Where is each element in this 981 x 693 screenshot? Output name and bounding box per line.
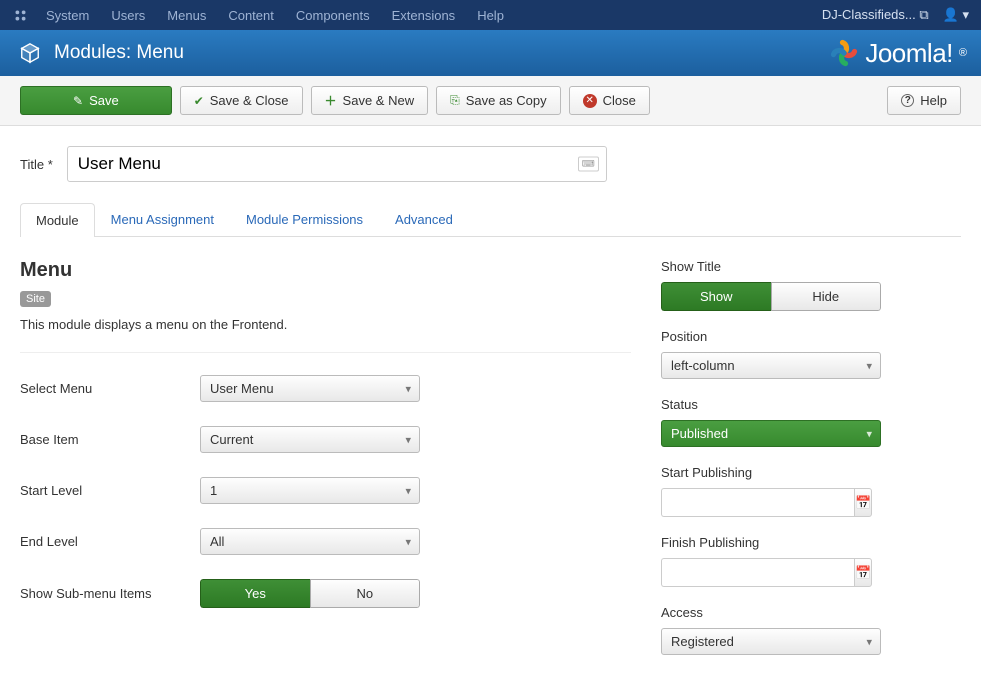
cube-icon [18, 42, 42, 64]
show-sub-no[interactable]: No [310, 579, 421, 608]
save-button[interactable]: ✎Save [20, 86, 172, 115]
show-sub-toggle: Yes No [200, 579, 420, 608]
tab-module-permissions[interactable]: Module Permissions [230, 202, 379, 236]
check-icon: ✔ [194, 94, 204, 108]
page-header: Modules: Menu Joomla!® [0, 30, 981, 76]
calendar-icon: 📅 [855, 495, 871, 511]
tab-menu-assignment[interactable]: Menu Assignment [95, 202, 230, 236]
joomla-icon[interactable] [12, 7, 28, 23]
show-sub-label: Show Sub-menu Items [20, 586, 200, 601]
tabs: Module Menu Assignment Module Permission… [20, 202, 961, 237]
plus-icon: ＋ [325, 92, 337, 109]
help-button[interactable]: ?Help [887, 86, 961, 115]
select-menu-label: Select Menu [20, 381, 200, 396]
title-label: Title * [20, 157, 53, 172]
module-description: This module displays a menu on the Front… [20, 317, 631, 332]
client-badge: Site [20, 291, 51, 307]
topnav-extensions[interactable]: Extensions [392, 8, 456, 23]
user-menu-icon[interactable]: 👤 ▾ [943, 7, 969, 23]
show-sub-yes[interactable]: Yes [200, 579, 310, 608]
finish-publishing-calendar-button[interactable]: 📅 [854, 558, 872, 587]
copy-icon: ⎘ [450, 93, 460, 108]
finish-publishing-input[interactable] [661, 558, 854, 587]
select-menu-dropdown[interactable]: User Menu [200, 375, 420, 402]
topnav-users[interactable]: Users [111, 8, 145, 23]
tab-advanced[interactable]: Advanced [379, 202, 469, 236]
topnav-menus[interactable]: Menus [167, 8, 206, 23]
base-item-dropdown[interactable]: Current [200, 426, 420, 453]
site-link[interactable]: DJ-Classifieds... ⧉ [822, 7, 929, 23]
access-label: Access [661, 605, 961, 620]
calendar-icon: 📅 [855, 565, 871, 581]
joomla-logo: Joomla!® [829, 38, 967, 69]
save-close-button[interactable]: ✔Save & Close [180, 86, 303, 115]
toolbar: ✎Save ✔Save & Close ＋Save & New ⎘Save as… [0, 76, 981, 126]
save-copy-button[interactable]: ⎘Save as Copy [436, 86, 561, 115]
status-label: Status [661, 397, 961, 412]
base-item-label: Base Item [20, 432, 200, 447]
topnav-content[interactable]: Content [228, 8, 274, 23]
start-level-label: Start Level [20, 483, 200, 498]
save-new-button[interactable]: ＋Save & New [311, 86, 429, 115]
show-title-hide[interactable]: Hide [771, 282, 882, 311]
start-publishing-calendar-button[interactable]: 📅 [854, 488, 872, 517]
start-level-dropdown[interactable]: 1 [200, 477, 420, 504]
status-dropdown[interactable]: Published [661, 420, 881, 447]
top-navbar: System Users Menus Content Components Ex… [0, 0, 981, 30]
end-level-label: End Level [20, 534, 200, 549]
position-dropdown[interactable]: left-column [661, 352, 881, 379]
topnav-help[interactable]: Help [477, 8, 504, 23]
title-input[interactable] [67, 146, 607, 182]
topnav-components[interactable]: Components [296, 8, 370, 23]
position-label: Position [661, 329, 961, 344]
close-button[interactable]: ✕Close [569, 86, 650, 115]
show-title-label: Show Title [661, 259, 961, 274]
show-title-toggle: Show Hide [661, 282, 881, 311]
external-icon: ⧉ [919, 7, 928, 22]
show-title-show[interactable]: Show [661, 282, 771, 311]
apply-icon: ✎ [73, 94, 83, 108]
top-menu: System Users Menus Content Components Ex… [46, 8, 822, 23]
module-heading: Menu [20, 259, 631, 282]
cancel-icon: ✕ [583, 94, 597, 108]
start-publishing-input[interactable] [661, 488, 854, 517]
tab-module[interactable]: Module [20, 203, 95, 237]
keyboard-icon: ⌨ [578, 157, 599, 172]
finish-publishing-label: Finish Publishing [661, 535, 961, 550]
topnav-system[interactable]: System [46, 8, 89, 23]
start-publishing-label: Start Publishing [661, 465, 961, 480]
end-level-dropdown[interactable]: All [200, 528, 420, 555]
question-icon: ? [901, 94, 914, 107]
page-title: Modules: Menu [54, 42, 184, 64]
